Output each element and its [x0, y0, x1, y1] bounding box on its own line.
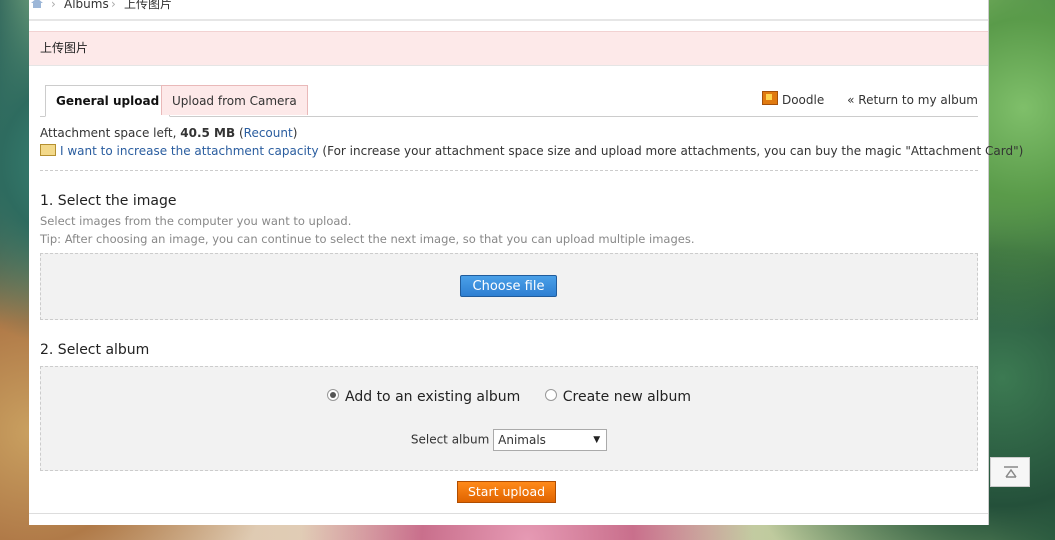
step1-heading: 1. Select the image [40, 193, 177, 209]
back-to-top-button[interactable] [990, 457, 1030, 487]
increase-capacity-link[interactable]: I want to increase the attachment capaci… [60, 144, 319, 158]
breadcrumb-albums[interactable]: Albums [64, 0, 109, 14]
radio-existing-album[interactable]: Add to an existing album [327, 389, 520, 405]
divider [29, 513, 988, 514]
attachment-space-amount: 40.5 MB [180, 126, 236, 140]
breadcrumb-separator: › [111, 0, 116, 11]
upload-panel: › Albums › 上传图片 上传图片 General upload Uplo… [29, 0, 1023, 525]
start-upload-button[interactable]: Start upload [457, 481, 556, 503]
attachment-card-icon [40, 144, 56, 156]
radio-unselected-icon [544, 389, 557, 401]
album-select-row: Select album Animals ▼ [41, 429, 977, 451]
step2-heading: 2. Select album [40, 342, 150, 358]
choose-file-button[interactable]: Choose file [460, 275, 557, 297]
top-links: Doodle « Return to my album [761, 91, 978, 107]
attachment-space-info: Attachment space left, 40.5 MB (Recount) [40, 126, 298, 140]
home-icon[interactable] [31, 0, 43, 8]
back-to-top-icon [1004, 466, 1018, 478]
radio-existing-label: Add to an existing album [345, 389, 521, 405]
album-mode-radios: Add to an existing album Create new albu… [41, 389, 977, 405]
radio-selected-icon [327, 389, 340, 401]
return-to-album-link[interactable]: « Return to my album [847, 93, 978, 107]
doodle-icon [761, 91, 778, 105]
step1-hint: Select images from the computer you want… [40, 214, 352, 228]
divider [40, 170, 978, 171]
tab-upload-from-camera[interactable]: Upload from Camera [161, 85, 308, 115]
album-select-area: Add to an existing album Create new albu… [40, 366, 978, 471]
attachment-space-label: Attachment space left, [40, 126, 177, 140]
tab-general-upload[interactable]: General upload [45, 85, 171, 117]
breadcrumb: › Albums › 上传图片 [29, 0, 988, 16]
radio-new-album[interactable]: Create new album [544, 389, 691, 405]
doodle-link[interactable]: Doodle [761, 91, 828, 107]
radio-new-label: Create new album [562, 389, 691, 405]
breadcrumb-current: 上传图片 [124, 0, 173, 11]
select-album-label: Select album [410, 432, 490, 447]
doodle-label: Doodle [781, 93, 825, 107]
divider [29, 19, 988, 21]
recount-link[interactable]: Recount [244, 126, 293, 140]
tab-bar: General upload Upload from Camera Doodle… [40, 85, 978, 117]
increase-capacity-row: I want to increase the attachment capaci… [40, 144, 1023, 158]
chevron-down-icon: ▼ [593, 435, 601, 445]
step1-tip: Tip: After choosing an image, you can co… [40, 232, 695, 246]
page-title-bar: 上传图片 [29, 31, 988, 66]
page-title: 上传图片 [40, 41, 89, 55]
album-select[interactable]: Animals ▼ [493, 429, 608, 451]
album-select-value: Animals [498, 433, 546, 447]
breadcrumb-separator: › [51, 0, 56, 11]
file-select-area: Choose file [40, 253, 978, 320]
increase-capacity-note: (For increase your attachment space size… [322, 144, 1024, 158]
